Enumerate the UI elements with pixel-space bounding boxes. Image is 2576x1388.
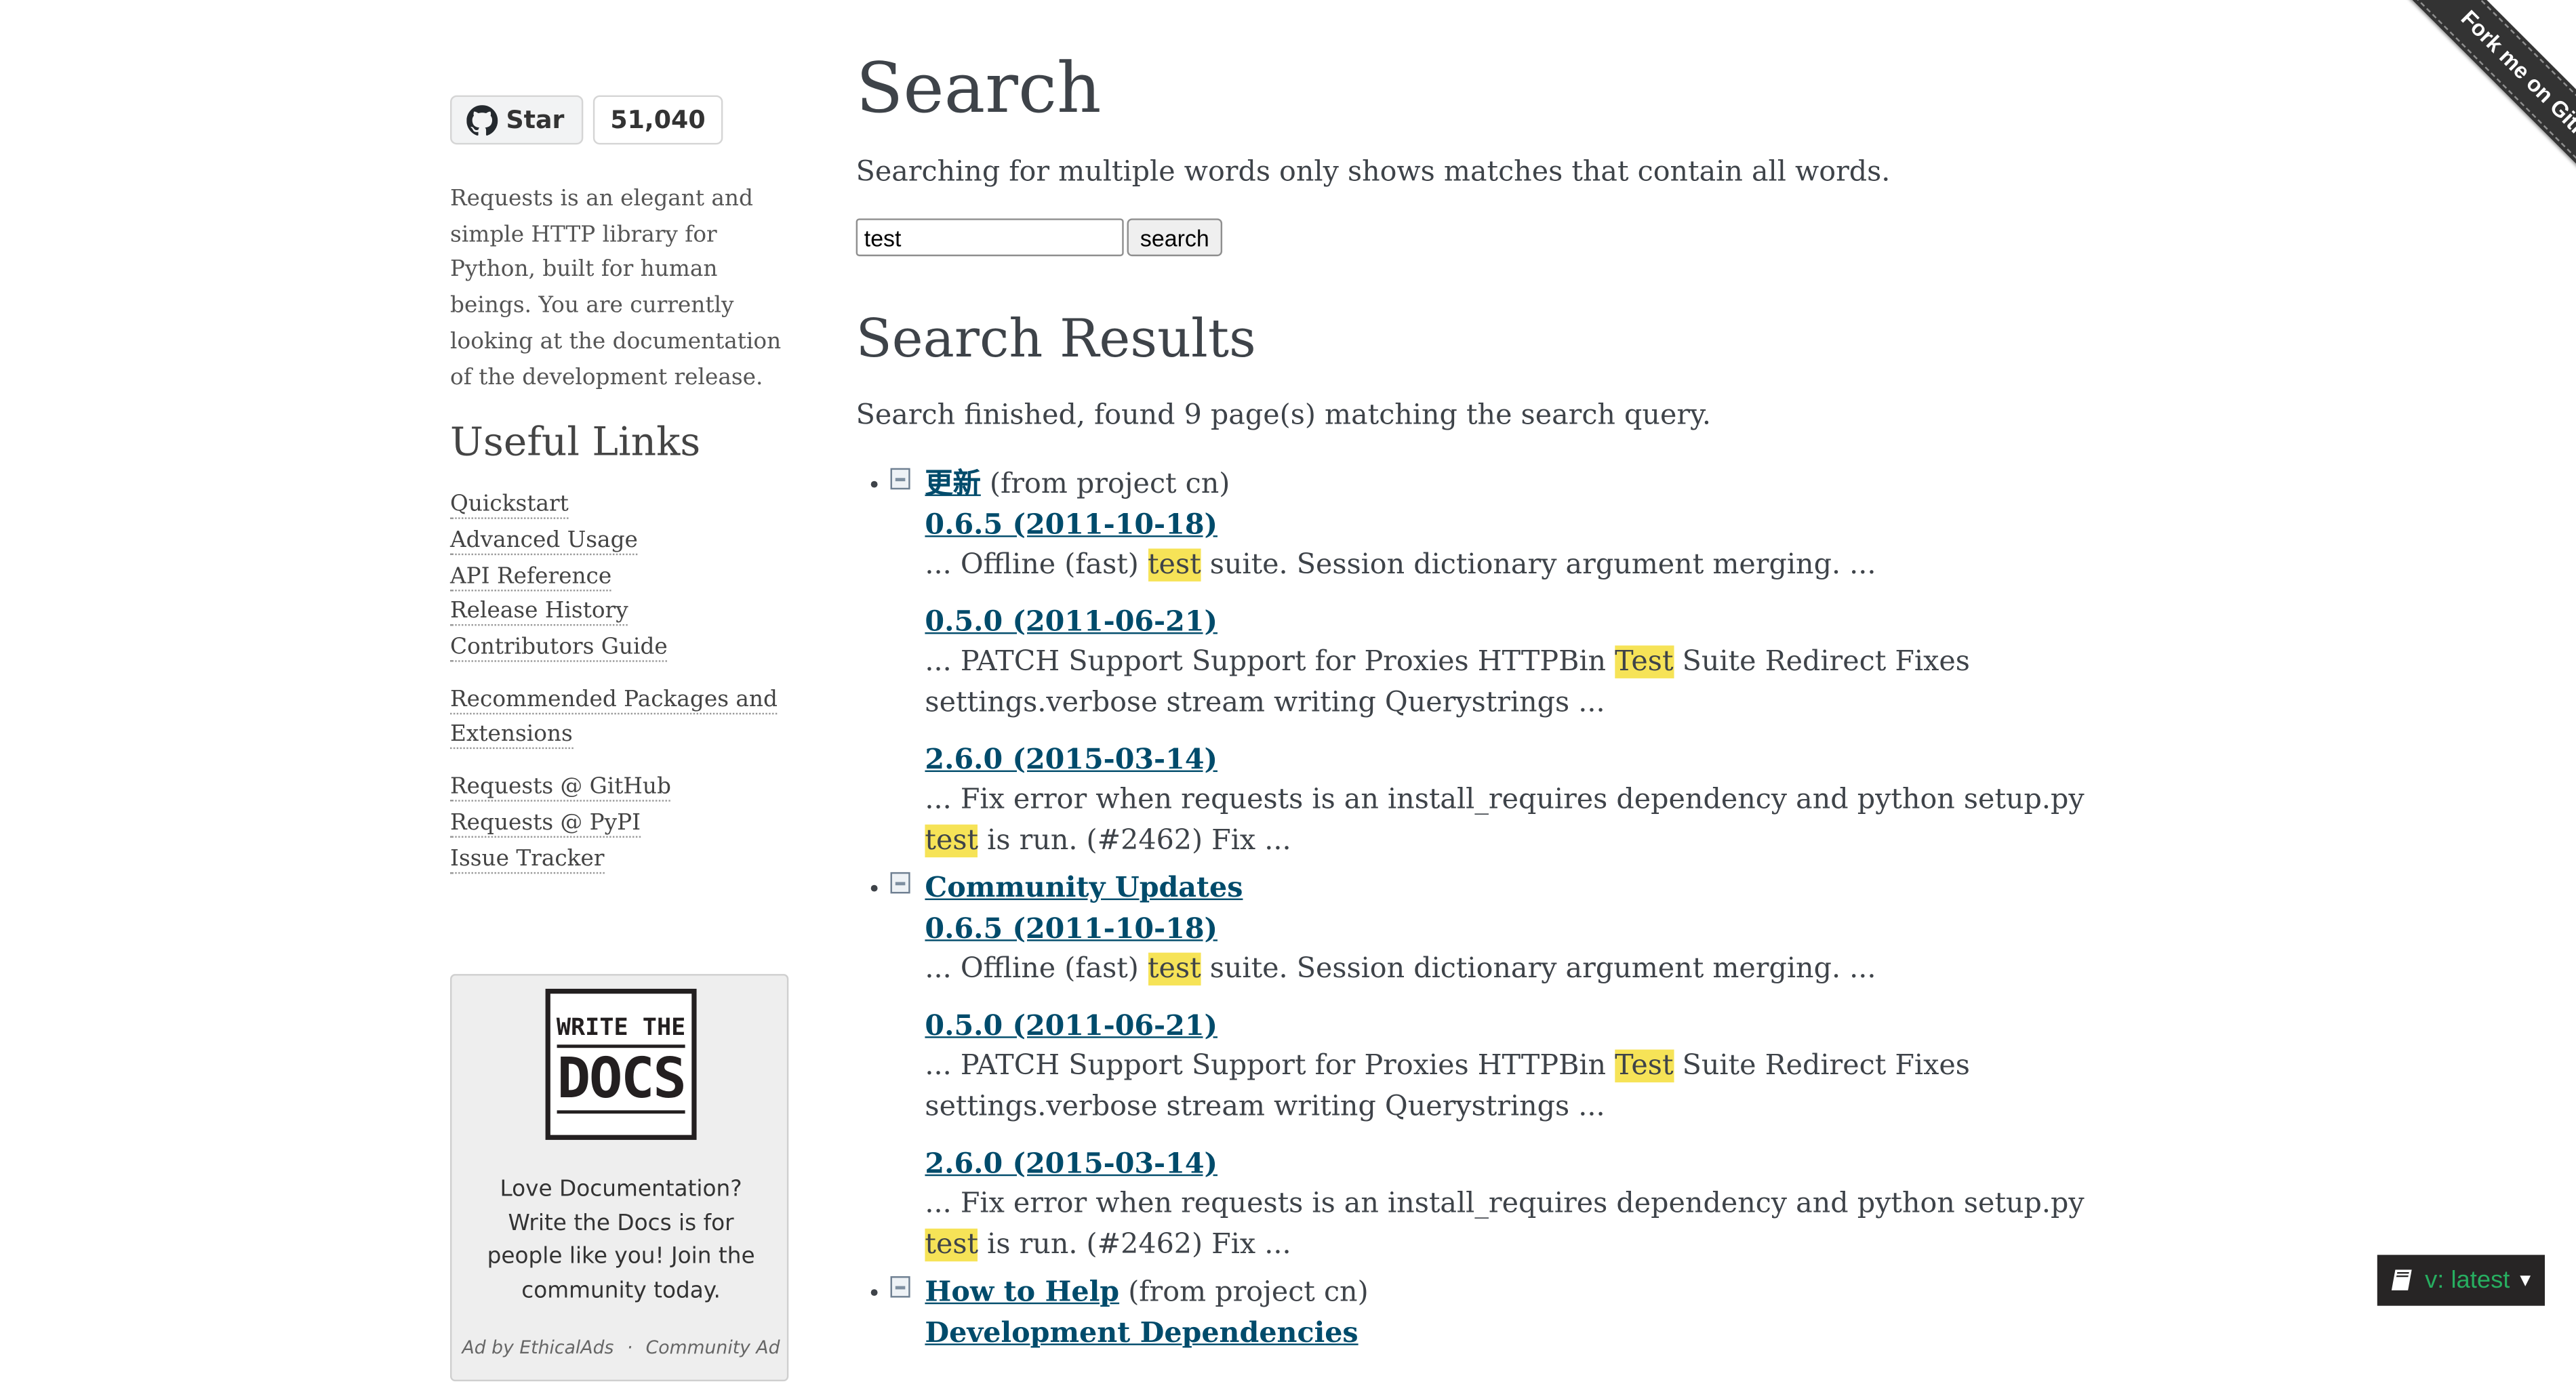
search-highlight: test: [1148, 548, 1201, 581]
result-project: (from project cn): [989, 468, 1230, 502]
write-the-docs-logo[interactable]: WRITE THE DOCS: [545, 988, 697, 1140]
sidebar: Star 51,040 Requests is an elegant and s…: [450, 95, 788, 878]
search-highlight: test: [925, 1228, 979, 1262]
page: Star 51,040 Requests is an elegant and s…: [0, 0, 2576, 1385]
section-snippet: ... Fix error when requests is an instal…: [925, 783, 2085, 858]
search-input[interactable]: [856, 218, 1124, 257]
main-content: Search Searching for multiple words only…: [856, 47, 2105, 1360]
ad-by-ethicalads-link[interactable]: Ad by EthicalAds: [462, 1337, 614, 1359]
section-link[interactable]: 0.5.0 (2011-06-21): [925, 603, 2104, 642]
search-highlight: test: [1148, 952, 1201, 986]
bullet: •: [867, 1281, 881, 1308]
link-quickstart[interactable]: Quickstart: [450, 491, 569, 520]
result-project: (from project cn): [1128, 1276, 1369, 1309]
useful-links-group-3: Requests @ GitHub Requests @ PyPI Issue …: [450, 771, 788, 878]
search-result: • How to Help (from project cn) Developm…: [856, 1273, 2105, 1353]
ad-footer: Ad by EthicalAds · Community Ad: [451, 1337, 790, 1359]
result-section: 0.5.0 (2011-06-21) ... PATCH Support Sup…: [925, 603, 2104, 724]
result-section: 2.6.0 (2015-03-14) ... Fix error when re…: [925, 1145, 2104, 1266]
search-result: • 更新 (from project cn) 0.6.5 (2011-10-18…: [856, 465, 2105, 862]
result-section: 0.6.5 (2011-10-18) ... Offline (fast) te…: [925, 506, 2104, 586]
section-link[interactable]: 0.5.0 (2011-06-21): [925, 1007, 2104, 1046]
useful-links-group-2: Recommended Packages and Extensions: [450, 683, 788, 754]
search-highlight: Test: [1615, 645, 1674, 678]
result-title-link[interactable]: Community Updates: [925, 872, 1243, 905]
github-icon: [466, 104, 498, 135]
section-link[interactable]: Development Dependencies: [925, 1314, 2104, 1353]
github-star-button[interactable]: Star: [450, 95, 583, 145]
useful-links-group-1: Quickstart Advanced Usage API Reference …: [450, 488, 788, 666]
ad-text[interactable]: Love Documentation? Write the Docs is fo…: [468, 1172, 774, 1309]
link-advanced-usage[interactable]: Advanced Usage: [450, 527, 638, 555]
section-link[interactable]: 0.6.5 (2011-10-18): [925, 506, 2104, 545]
search-results-heading: Search Results: [856, 307, 1256, 370]
section-snippet: ... PATCH Support Support for Proxies HT…: [925, 1049, 1970, 1124]
result-title-link[interactable]: How to Help: [925, 1276, 1119, 1309]
github-star-widget: Star 51,040: [450, 95, 788, 145]
bullet: •: [867, 877, 881, 903]
section-link[interactable]: 0.6.5 (2011-10-18): [925, 910, 2104, 950]
version-label: v: latest: [2425, 1266, 2510, 1294]
fork-me-on-github-ribbon[interactable]: Fork me on GitHub: [2377, 0, 2576, 244]
book-icon: [2391, 1269, 2412, 1290]
search-results-list: • 更新 (from project cn) 0.6.5 (2011-10-18…: [856, 465, 2105, 1353]
link-recommended-packages[interactable]: Recommended Packages and Extensions: [450, 686, 778, 750]
link-api-reference[interactable]: API Reference: [450, 563, 612, 591]
section-link[interactable]: 2.6.0 (2015-03-14): [925, 1145, 2104, 1184]
sidebar-about-text: Requests is an elegant and simple HTTP l…: [450, 185, 782, 390]
section-snippet: ... Offline (fast) test suite. Session d…: [925, 952, 1876, 986]
section-snippet: ... Fix error when requests is an instal…: [925, 1187, 2085, 1262]
search-button[interactable]: search: [1127, 218, 1223, 257]
page-icon: [890, 468, 910, 490]
caret-down-icon: ▼: [2516, 1270, 2535, 1290]
star-label: Star: [506, 105, 565, 135]
search-highlight: Test: [1615, 1049, 1674, 1083]
page-icon: [890, 872, 910, 894]
version-selector[interactable]: v: latest ▼: [2377, 1254, 2545, 1306]
search-highlight: test: [925, 824, 979, 858]
page-title: Search: [856, 47, 1102, 129]
link-release-history[interactable]: Release History: [450, 598, 628, 627]
link-contributors-guide[interactable]: Contributors Guide: [450, 634, 668, 662]
link-requests-github[interactable]: Requests @ GitHub: [450, 773, 671, 802]
result-section: Development Dependencies: [925, 1314, 2104, 1353]
result-section: 0.5.0 (2011-06-21) ... PATCH Support Sup…: [925, 1007, 2104, 1128]
link-requests-pypi[interactable]: Requests @ PyPI: [450, 809, 641, 838]
useful-links-heading: Useful Links: [450, 419, 701, 466]
section-snippet: ... PATCH Support Support for Proxies HT…: [925, 645, 1970, 720]
section-link[interactable]: 2.6.0 (2015-03-14): [925, 741, 2104, 780]
result-section: 2.6.0 (2015-03-14) ... Fix error when re…: [925, 741, 2104, 862]
fork-ribbon-container: Fork me on GitHub: [2331, 0, 2576, 245]
section-snippet: ... Offline (fast) test suite. Session d…: [925, 548, 1876, 581]
search-result: • Community Updates 0.6.5 (2011-10-18) .…: [856, 869, 2105, 1266]
result-section: 0.6.5 (2011-10-18) ... Offline (fast) te…: [925, 910, 2104, 991]
link-issue-tracker[interactable]: Issue Tracker: [450, 845, 605, 874]
community-ad-link[interactable]: Community Ad: [646, 1337, 780, 1359]
result-title-link[interactable]: 更新: [925, 468, 980, 501]
search-intro: Searching for multiple words only shows …: [856, 156, 1891, 189]
search-form: search: [856, 218, 2105, 257]
search-status: Search finished, found 9 page(s) matchin…: [856, 399, 1711, 432]
page-icon: [890, 1276, 910, 1298]
bullet: •: [867, 472, 881, 499]
ethical-ad[interactable]: WRITE THE DOCS Love Documentation? Write…: [450, 974, 790, 1382]
ad-footer-separator: ·: [626, 1336, 633, 1359]
star-count[interactable]: 51,040: [592, 95, 724, 145]
